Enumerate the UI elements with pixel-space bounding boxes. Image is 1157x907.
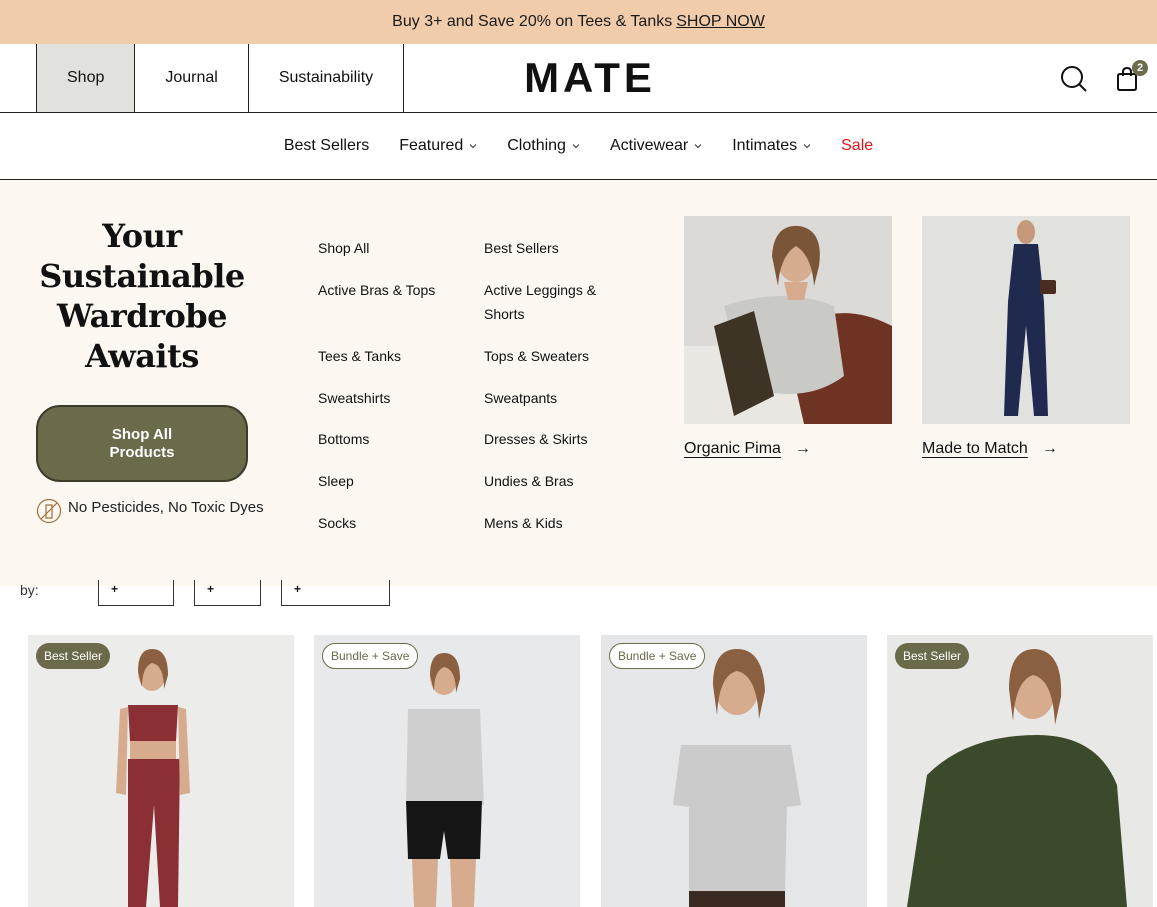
product-card[interactable]: Best Seller <box>28 635 294 907</box>
filter-dropdown[interactable]: + <box>98 580 174 606</box>
product-grid: Best Seller Bundle + Save Bundle + Save <box>0 635 1157 907</box>
nav-label: Featured <box>399 137 464 154</box>
note-text: No Pesticides, No Toxic Dyes <box>68 499 264 516</box>
filter-by-label: by: <box>20 582 39 598</box>
search-icon <box>1061 66 1087 92</box>
tab-shop[interactable]: Shop <box>36 44 135 112</box>
link-tees-tanks[interactable]: Tees & Tanks <box>318 344 448 368</box>
product-image <box>28 635 294 907</box>
link-active-leggings-shorts[interactable]: Active Leggings & Shorts <box>484 278 624 326</box>
nav-label: Sale <box>841 137 874 154</box>
promo-label: Organic Pima <box>684 440 781 457</box>
promo-image <box>684 216 892 424</box>
nav-featured[interactable]: Featured <box>399 137 477 155</box>
link-best-sellers[interactable]: Best Sellers <box>484 236 614 260</box>
filter-bar: by: + + + <box>0 580 1157 616</box>
product-badge: Best Seller <box>895 643 970 669</box>
promo-made-to-match[interactable]: Made to Match → <box>922 216 1130 458</box>
chevron-down-icon <box>694 144 702 149</box>
nav-sale[interactable]: Sale <box>841 137 873 155</box>
shop-now-link[interactable]: SHOP NOW <box>676 13 765 31</box>
tab-journal[interactable]: Journal <box>134 44 247 112</box>
chevron-down-icon <box>469 144 477 149</box>
cart-button[interactable]: 2 <box>1110 60 1148 96</box>
arrow-right-icon: → <box>794 440 811 457</box>
no-pesticides-icon <box>36 498 62 524</box>
product-badge: Best Seller <box>36 643 111 669</box>
link-sweatpants[interactable]: Sweatpants <box>484 386 614 410</box>
sustainability-note: No Pesticides, No Toxic Dyes <box>36 498 266 524</box>
cart-count-badge: 2 <box>1132 60 1148 76</box>
product-image <box>601 635 867 907</box>
link-socks[interactable]: Socks <box>318 511 448 535</box>
shop-all-products-button[interactable]: Shop All Products <box>36 405 248 482</box>
announcement-text: Buy 3+ and Save 20% on Tees & Tanks <box>392 13 673 30</box>
product-image <box>887 635 1153 907</box>
mega-menu: Your Sustainable Wardrobe Awaits Shop Al… <box>0 180 1157 586</box>
chevron-down-icon <box>572 144 580 149</box>
nav-label: Intimates <box>732 137 798 154</box>
tab-sustainability[interactable]: Sustainability <box>247 44 405 112</box>
announcement-bar: Buy 3+ and Save 20% on Tees & Tanks SHOP… <box>0 0 1157 44</box>
link-active-bras-tops[interactable]: Active Bras & Tops <box>318 278 448 302</box>
link-tops-sweaters[interactable]: Tops & Sweaters <box>484 344 634 368</box>
promo-caption: Made to Match → <box>922 440 1130 458</box>
promo-image <box>922 216 1130 424</box>
link-undies-bras[interactable]: Undies & Bras <box>484 469 614 493</box>
chevron-down-icon <box>803 144 811 149</box>
site-header: Shop Journal Sustainability MATE 2 <box>0 44 1157 113</box>
nav-best-sellers[interactable]: Best Sellers <box>284 137 369 155</box>
link-mens-kids[interactable]: Mens & Kids <box>484 511 614 535</box>
category-nav: Best Sellers Featured Clothing Activewea… <box>0 113 1157 180</box>
product-card[interactable]: Bundle + Save <box>601 635 867 907</box>
product-card[interactable]: Best Seller <box>887 635 1153 907</box>
link-dresses-skirts[interactable]: Dresses & Skirts <box>484 427 634 451</box>
top-tabs: Shop Journal Sustainability <box>36 44 405 112</box>
search-button[interactable] <box>1057 62 1091 96</box>
nav-label: Best Sellers <box>283 137 370 154</box>
filter-dropdown[interactable]: + <box>281 580 390 606</box>
arrow-right-icon: → <box>1041 440 1058 457</box>
promo-organic-pima[interactable]: Organic Pima → <box>684 216 892 458</box>
link-sleep[interactable]: Sleep <box>318 469 448 493</box>
nav-activewear[interactable]: Activewear <box>610 137 702 155</box>
filter-dropdown[interactable]: + <box>194 580 261 606</box>
logo[interactable]: MATE <box>520 54 660 102</box>
promo-label: Made to Match <box>922 440 1028 457</box>
link-sweatshirts[interactable]: Sweatshirts <box>318 386 448 410</box>
nav-label: Clothing <box>507 137 566 154</box>
nav-intimates[interactable]: Intimates <box>732 137 811 155</box>
product-badge: Bundle + Save <box>609 643 706 669</box>
promo-caption: Organic Pima → <box>684 440 892 458</box>
product-image <box>314 635 580 907</box>
product-card[interactable]: Bundle + Save <box>314 635 580 907</box>
mega-headline: Your Sustainable Wardrobe Awaits <box>39 217 245 375</box>
product-badge: Bundle + Save <box>322 643 419 669</box>
link-bottoms[interactable]: Bottoms <box>318 427 448 451</box>
link-shop-all[interactable]: Shop All <box>318 236 448 260</box>
nav-label: Activewear <box>609 137 689 154</box>
cta-label: Shop All Products <box>109 425 175 461</box>
nav-clothing[interactable]: Clothing <box>507 137 580 155</box>
